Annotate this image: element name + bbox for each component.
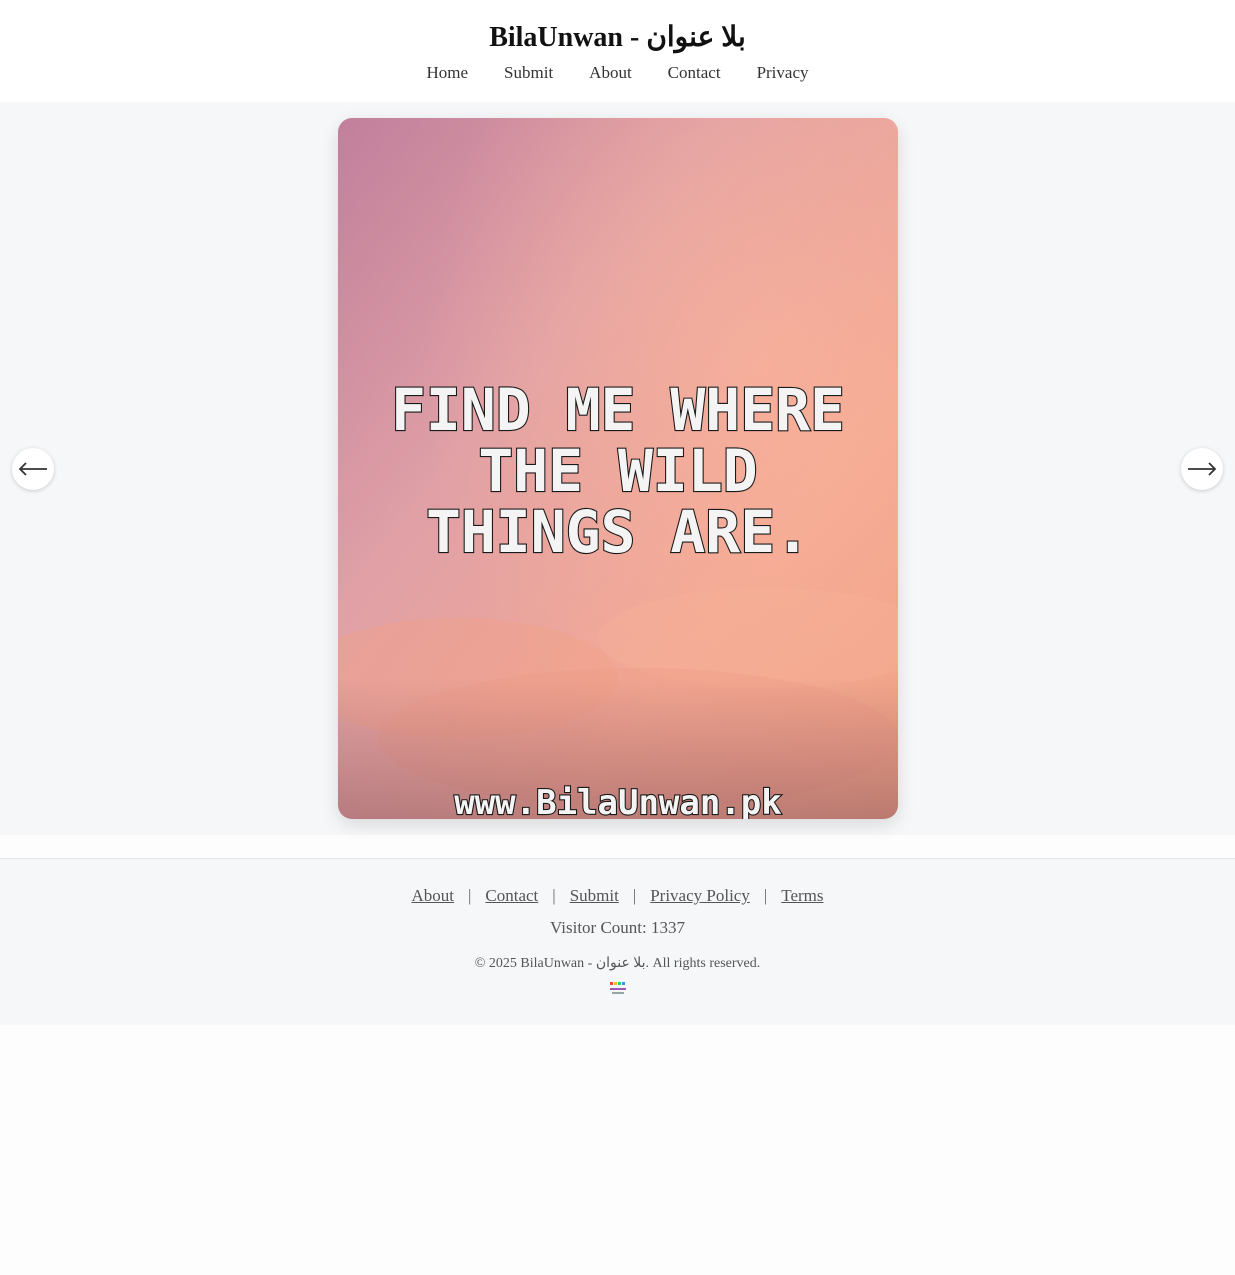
site-title[interactable]: BilaUnwan - بلا عنوان [0, 22, 1235, 54]
footer-link-terms[interactable]: Terms [781, 885, 823, 907]
quote-image[interactable]: FIND ME WHERE THE WILD THINGS ARE. www.B… [338, 118, 898, 819]
image-viewer: FIND ME WHERE THE WILD THINGS ARE. www.B… [0, 102, 1235, 835]
arrow-left-icon [18, 462, 47, 476]
copyright-text: © 2025 BilaUnwan - بلا عنوان. All rights… [474, 956, 761, 971]
footer-link-privacy-policy[interactable]: Privacy Policy [650, 885, 750, 907]
visitor-count: Visitor Count: 1337 [550, 918, 685, 937]
quote-image-art: FIND ME WHERE THE WILD THINGS ARE. www.B… [338, 118, 898, 819]
section-divider [0, 835, 1235, 859]
site-logo-icon [609, 982, 626, 994]
nav-contact[interactable]: Contact [668, 62, 721, 84]
main-nav: Home Submit About Contact Privacy [0, 62, 1235, 84]
prev-button[interactable] [12, 448, 54, 490]
footer-separator: | [552, 886, 556, 905]
footer-link-submit[interactable]: Submit [570, 885, 619, 907]
watermark-text: www.BilaUnwan.pk [454, 783, 782, 819]
footer-separator: | [763, 886, 768, 905]
quote-line-1: FIND ME WHERE [391, 376, 845, 444]
next-button[interactable] [1181, 448, 1223, 490]
footer-separator: | [632, 886, 637, 905]
site-header: BilaUnwan - بلا عنوان Home Submit About … [0, 0, 1235, 102]
quote-line-3: THINGS ARE. [426, 498, 810, 566]
site-footer: About | Contact | Submit | Privacy Polic… [0, 859, 1235, 1025]
footer-link-about[interactable]: About [411, 885, 454, 907]
quote-line-2: THE WILD [478, 437, 757, 505]
footer-link-contact[interactable]: Contact [485, 885, 538, 907]
nav-about[interactable]: About [589, 62, 632, 84]
arrow-right-icon [1188, 462, 1217, 476]
footer-links: About | Contact | Submit | Privacy Polic… [0, 885, 1235, 907]
footer-separator: | [467, 886, 472, 905]
nav-privacy[interactable]: Privacy [757, 62, 809, 84]
nav-submit[interactable]: Submit [504, 62, 553, 84]
nav-home[interactable]: Home [427, 62, 469, 84]
